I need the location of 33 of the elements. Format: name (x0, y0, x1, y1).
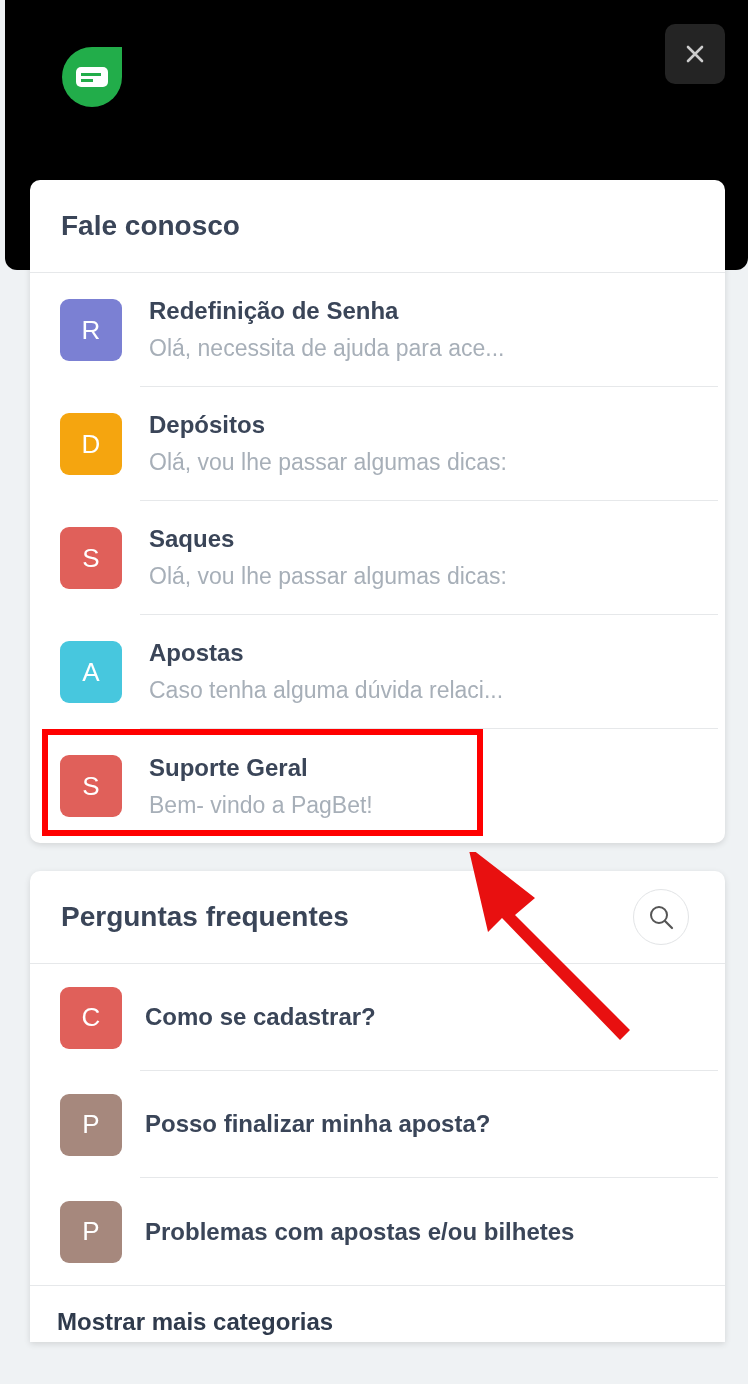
conversation-item[interactable]: S Suporte Geral Bem- vindo a PagBet! (30, 729, 725, 843)
close-button[interactable] (665, 24, 725, 84)
conversation-item[interactable]: S Saques Olá, vou lhe passar algumas dicas: (30, 501, 725, 615)
conversation-title: Apostas (149, 639, 244, 667)
avatar: P (60, 1093, 122, 1156)
avatar: S (60, 755, 122, 817)
conversation-item[interactable]: D Depósitos Olá, vou lhe passar algumas dicas: (30, 387, 725, 501)
conversation-item[interactable]: A Apostas Caso tenha alguma dúvida relaci... (30, 615, 725, 729)
avatar: C (60, 986, 122, 1049)
message-preview: Caso tenha alguma dúvida relaci... (149, 677, 504, 704)
search-button[interactable] (633, 889, 689, 945)
avatar: D (60, 413, 122, 475)
avatar: R (60, 299, 122, 361)
conversation-title: Depósitos (149, 411, 265, 439)
message-preview: Olá, necessita de ajuda para ace... (149, 335, 505, 362)
avatar: P (60, 1200, 122, 1263)
chat-logo-icon (61, 46, 123, 108)
card-title: Fale conosco (61, 210, 240, 242)
faq-item[interactable]: P Problemas com apostas e/ou bilhetes (30, 1178, 725, 1285)
message-preview: Bem- vindo a PagBet! (149, 791, 373, 819)
close-icon (686, 45, 704, 63)
more-categories-link[interactable]: Mostrar mais categorias (57, 1308, 334, 1335)
message-preview: Olá, vou lhe passar algumas dicas: (149, 563, 507, 590)
avatar: S (60, 527, 122, 589)
message-preview: Olá, vou lhe passar algumas dicas: (149, 449, 507, 476)
conversation-item[interactable]: R Redefinição de Senha Olá, necessita de ajuda para ace... (30, 273, 725, 387)
conversation-title: Redefinição de Senha (149, 297, 399, 325)
card-title: Perguntas frequentes (61, 901, 349, 933)
conversation-title: Suporte Geral (149, 753, 308, 782)
avatar: A (60, 641, 122, 703)
conversation-title: Saques (149, 525, 235, 553)
search-icon (648, 904, 674, 930)
faq-item[interactable]: P Posso finalizar minha aposta? (30, 1071, 725, 1178)
